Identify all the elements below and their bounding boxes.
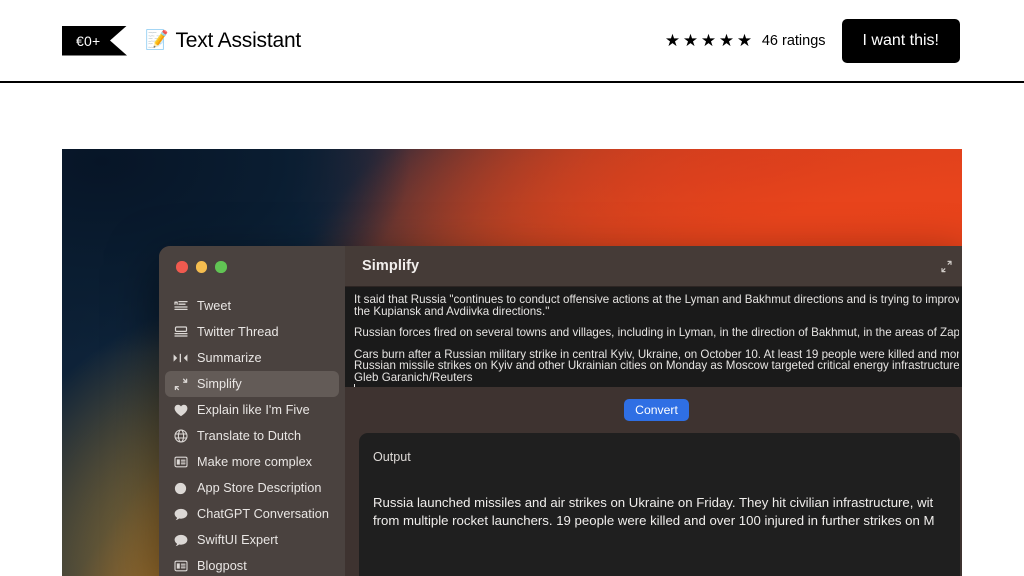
content-title: Simplify: [362, 258, 419, 274]
star-rating: ★ ★ ★ ★ ★: [665, 32, 754, 49]
quote-lines-icon: [173, 299, 188, 314]
sidebar-item-label: Blogpost: [197, 559, 247, 573]
sidebar-item-label: Make more complex: [197, 455, 312, 469]
price-badge: €0+: [62, 26, 127, 56]
i-want-this-button[interactable]: I want this!: [842, 19, 960, 63]
heart-icon: [173, 403, 188, 418]
star-icon: ★: [719, 32, 736, 49]
sidebar-item-label: Twitter Thread: [197, 325, 279, 339]
app-sidebar: Tweet Twitter Thread: [159, 246, 345, 576]
product-preview-image[interactable]: Tweet Twitter Thread: [62, 149, 962, 576]
output-line: Russia launched missiles and air strikes…: [373, 494, 946, 512]
input-textarea[interactable]: It said that Russia "continues to conduc…: [345, 287, 962, 387]
sidebar-item-twitter-thread[interactable]: Twitter Thread: [165, 319, 339, 345]
globe-icon: [173, 429, 188, 444]
diagonal-arrows-icon: [173, 377, 188, 392]
circle-icon: [173, 481, 188, 496]
sidebar-item-blogpost[interactable]: Blogpost: [165, 553, 339, 576]
page-title: 📝 Text Assistant: [145, 29, 301, 53]
arrows-collapse-icon: [173, 351, 188, 366]
text-assistant-app-window: Tweet Twitter Thread: [159, 246, 962, 576]
input-line: Russian missile strikes on Kyiv and othe…: [354, 360, 959, 372]
page-header: €0+ 📝 Text Assistant ★ ★ ★ ★ ★ 46 rating…: [0, 0, 1024, 83]
sidebar-item-tweet[interactable]: Tweet: [165, 293, 339, 319]
document-list-icon: [173, 559, 188, 574]
ratings-summary[interactable]: ★ ★ ★ ★ ★ 46 ratings: [665, 32, 826, 49]
speech-bubble-icon: [173, 507, 188, 522]
sidebar-item-label: ChatGPT Conversation: [197, 507, 329, 521]
minimize-window-button[interactable]: [196, 261, 208, 273]
sidebar-item-make-more-complex[interactable]: Make more complex: [165, 449, 339, 475]
output-text[interactable]: Russia launched missiles and air strikes…: [373, 494, 946, 530]
paragraph-spacer: [354, 339, 959, 349]
output-line: from multiple rocket launchers. 19 peopl…: [373, 512, 946, 530]
window-traffic-lights: [159, 246, 345, 287]
content-titlebar: Simplify: [345, 246, 962, 287]
output-panel: Output Russia launched missiles and air …: [359, 433, 960, 576]
product-title-text: Text Assistant: [175, 29, 301, 53]
input-line: Cars burn after a Russian military strik…: [354, 349, 959, 361]
sidebar-item-chatgpt-conversation[interactable]: ChatGPT Conversation: [165, 501, 339, 527]
convert-row: Convert: [345, 387, 962, 433]
star-icon: ★: [737, 32, 754, 49]
close-window-button[interactable]: [176, 261, 188, 273]
sidebar-item-label: Translate to Dutch: [197, 429, 301, 443]
input-line: Russian forces fired on several towns an…: [354, 327, 959, 339]
document-list-icon: [173, 455, 188, 470]
collapse-arrows-icon[interactable]: [938, 258, 954, 274]
header-right-group: ★ ★ ★ ★ ★ 46 ratings I want this!: [665, 19, 960, 63]
sidebar-item-label: Explain like I'm Five: [197, 403, 310, 417]
memo-emoji-icon: 📝: [145, 31, 168, 50]
sidebar-item-explain-like-im-five[interactable]: Explain like I'm Five: [165, 397, 339, 423]
sidebar-item-label: Simplify: [197, 377, 242, 391]
price-badge-label: €0+: [62, 26, 127, 56]
input-line: It said that Russia "continues to conduc…: [354, 294, 959, 306]
sidebar-item-label: Tweet: [197, 299, 231, 313]
star-icon: ★: [665, 32, 682, 49]
star-icon: ★: [683, 32, 700, 49]
ratings-count-label: 46 ratings: [762, 33, 826, 49]
stacked-lines-icon: [173, 325, 188, 340]
speech-bubble-icon: [173, 533, 188, 548]
sidebar-item-translate-to-dutch[interactable]: Translate to Dutch: [165, 423, 339, 449]
sidebar-item-label: Summarize: [197, 351, 262, 365]
output-label: Output: [373, 450, 946, 464]
sidebar-item-summarize[interactable]: Summarize: [165, 345, 339, 371]
sidebar-item-label: SwiftUI Expert: [197, 533, 278, 547]
star-icon: ★: [701, 32, 718, 49]
input-line: Gleb Garanich/Reuters: [354, 372, 959, 384]
input-line: the Kupiansk and Avdiivka directions.": [354, 306, 959, 318]
paragraph-spacer: [354, 317, 959, 327]
sidebar-item-swiftui-expert[interactable]: SwiftUI Expert: [165, 527, 339, 553]
zoom-window-button[interactable]: [215, 261, 227, 273]
sidebar-item-label: App Store Description: [197, 481, 321, 495]
sidebar-item-simplify[interactable]: Simplify: [165, 371, 339, 397]
header-left-group: €0+ 📝 Text Assistant: [62, 26, 301, 56]
app-content-pane: Simplify It said that Russia "continues …: [345, 246, 962, 576]
sidebar-item-list: Tweet Twitter Thread: [159, 287, 345, 576]
convert-button[interactable]: Convert: [624, 399, 689, 421]
sidebar-item-app-store-description[interactable]: App Store Description: [165, 475, 339, 501]
